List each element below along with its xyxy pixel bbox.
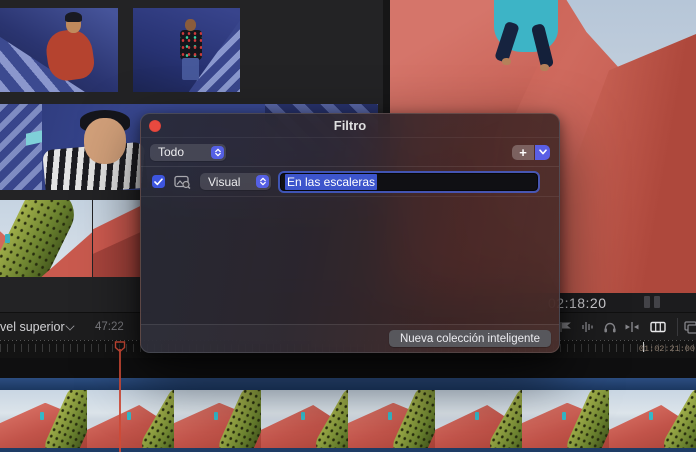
match-popup[interactable]: Todo xyxy=(150,144,226,161)
timeline-duration: 47:22 xyxy=(95,321,124,333)
dialog-title: Filtro xyxy=(141,118,559,133)
filter-rule-row: Visual En las escaleras xyxy=(141,167,559,197)
new-smart-collection-button[interactable]: Nueva colección inteligente xyxy=(389,330,551,347)
clip-thumbnail-cactus[interactable] xyxy=(0,200,92,277)
rule-type-popup[interactable]: Visual xyxy=(200,173,271,190)
clip-thumbnail-standing-person[interactable] xyxy=(133,8,240,92)
add-rule-control: + xyxy=(512,145,550,160)
filter-dialog: Filtro Todo + xyxy=(140,113,560,353)
popup-stepper-icon xyxy=(256,175,269,188)
playhead-line[interactable] xyxy=(119,349,121,452)
audio-meter-right[interactable] xyxy=(654,296,660,308)
popup-stepper-icon xyxy=(211,146,224,159)
timeline-body xyxy=(0,358,696,452)
solo-icon[interactable] xyxy=(602,320,618,334)
breadcrumb[interactable]: vel superior xyxy=(0,320,65,334)
add-rule-button[interactable]: + xyxy=(512,145,534,160)
app-window: 02:18:20 vel superior 47:22 xyxy=(0,0,696,452)
chevron-down-icon[interactable] xyxy=(65,321,74,330)
media-search-icon xyxy=(174,175,191,189)
clip-thumbnail-red-shirt[interactable] xyxy=(0,8,118,92)
dialog-titlebar: Filtro xyxy=(141,114,559,138)
rule-checkbox[interactable] xyxy=(152,175,165,188)
dialog-body xyxy=(141,197,559,324)
ruler-timecode: 01:02:21:00 xyxy=(639,344,695,354)
rule-text-field[interactable]: En las escaleras xyxy=(280,173,538,191)
skimming-icon[interactable] xyxy=(558,320,574,334)
audio-meter-left[interactable] xyxy=(644,296,650,308)
audio-skimming-icon[interactable] xyxy=(580,320,596,334)
timeline-clip-icon[interactable] xyxy=(650,320,666,334)
toolbar-divider xyxy=(677,318,678,336)
clip-filmstrip xyxy=(0,390,696,448)
dialog-footer: Nueva colección inteligente xyxy=(141,324,559,352)
dialog-toolbar: Todo + xyxy=(141,138,559,167)
index-icon[interactable] xyxy=(684,320,696,334)
snapping-icon[interactable] xyxy=(624,320,640,334)
selected-text: En las escaleras xyxy=(285,174,377,190)
clip-thumbnail-red-building[interactable] xyxy=(93,200,140,277)
add-rule-menu-button[interactable] xyxy=(535,145,550,160)
timeline-clip[interactable] xyxy=(0,378,696,452)
